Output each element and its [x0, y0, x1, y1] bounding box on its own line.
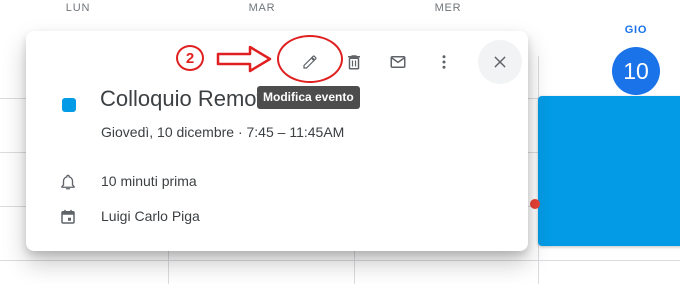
hour-line	[0, 260, 680, 261]
day-header-tue[interactable]: MAR	[232, 2, 292, 14]
today-date-button[interactable]: 10	[612, 47, 660, 95]
calendar-event-block[interactable]	[538, 96, 680, 246]
bell-icon	[59, 173, 77, 191]
step-number-badge: 2	[176, 45, 204, 71]
event-title: Colloquio Remoto	[100, 86, 275, 111]
more-vert-icon	[442, 55, 446, 69]
edit-event-tooltip: Modifica evento	[257, 86, 360, 109]
close-icon	[494, 56, 506, 68]
calendar-owner: Luigi Carlo Piga	[101, 208, 200, 224]
today-day-label[interactable]: GIO	[608, 24, 664, 36]
current-time-indicator	[530, 199, 540, 209]
event-color-indicator	[62, 98, 76, 112]
trash-icon	[348, 55, 360, 70]
more-options-button[interactable]	[426, 44, 462, 80]
close-popup-button[interactable]	[478, 40, 522, 84]
notification-reminder: 10 minuti prima	[101, 173, 197, 189]
highlight-circle	[277, 35, 343, 83]
calendar-icon	[59, 208, 77, 226]
envelope-icon	[390, 56, 406, 68]
day-header-wed[interactable]: MER	[418, 2, 478, 14]
email-guests-button[interactable]	[380, 44, 416, 80]
arrow-right-icon	[216, 45, 272, 73]
event-datetime: Giovedì, 10 dicembre · 7:45 – 11:45AM	[101, 124, 345, 140]
day-header-mon[interactable]: LUN	[48, 2, 108, 14]
